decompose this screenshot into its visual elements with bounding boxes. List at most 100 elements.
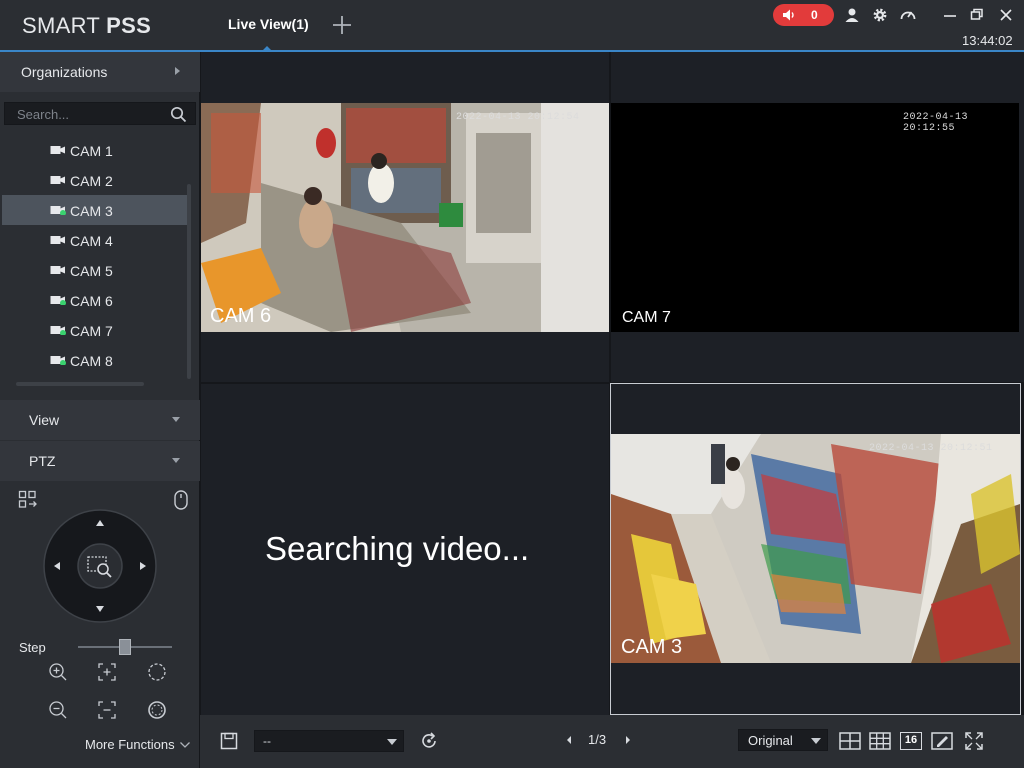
stream-select-value: -- bbox=[263, 734, 271, 748]
camera-tree-label: CAM 8 bbox=[70, 353, 113, 369]
camera-tree-label: CAM 4 bbox=[70, 233, 113, 249]
page-next-icon[interactable] bbox=[624, 735, 632, 745]
page-indicator: 1/3 bbox=[588, 732, 607, 747]
more-functions-button[interactable]: More Functions bbox=[85, 737, 175, 752]
camera-tree-label: CAM 3 bbox=[70, 203, 113, 219]
tree-vertical-scrollbar[interactable] bbox=[187, 184, 191, 379]
save-view-icon[interactable] bbox=[219, 731, 239, 751]
page-prev-icon[interactable] bbox=[565, 735, 573, 745]
restore-icon[interactable] bbox=[968, 6, 986, 24]
video-timestamp: 2022-04-13 20:12:54 bbox=[456, 112, 580, 123]
logo-text-light: SMART bbox=[22, 13, 107, 38]
camera-label-overlay: CAM 6 bbox=[210, 305, 272, 327]
alarm-indicator[interactable]: 0 bbox=[773, 4, 834, 26]
organizations-label: Organizations bbox=[21, 64, 108, 80]
speaker-icon bbox=[783, 9, 794, 21]
camera-icon bbox=[50, 266, 65, 274]
focus-far-icon[interactable] bbox=[97, 700, 117, 720]
chevron-down-icon bbox=[172, 458, 180, 463]
camera-feed-store-aisle: 2022-04-13 20:12:51 CAM 3 bbox=[611, 434, 1020, 663]
camera-tree-item[interactable]: CAM 4 bbox=[2, 225, 187, 255]
gear-icon[interactable] bbox=[871, 6, 889, 24]
minimize-icon[interactable] bbox=[941, 6, 959, 24]
layout-16-button[interactable]: 16 bbox=[900, 732, 922, 750]
video-frame bbox=[611, 434, 1020, 663]
searching-video-status: Searching video... bbox=[265, 530, 530, 567]
zoom-in-icon[interactable] bbox=[48, 662, 68, 682]
camera-tree-label: CAM 2 bbox=[70, 173, 113, 189]
camera-icon bbox=[50, 176, 65, 184]
camera-tree-item[interactable]: CAM 8 bbox=[2, 345, 187, 375]
chevron-down-icon[interactable] bbox=[179, 740, 191, 750]
camera-tree: CAM 1 CAM 2 CAM 3 CAM 4 CAM 5 CAM 6 CAM 7 CAM 8 bbox=[0, 135, 200, 385]
camera-icon bbox=[50, 236, 65, 244]
search-input[interactable] bbox=[17, 107, 167, 122]
camera-tree-item[interactable]: CAM 7 bbox=[2, 315, 187, 345]
video-frame bbox=[201, 103, 609, 332]
ptz-header[interactable]: PTZ bbox=[0, 441, 200, 481]
view-label: View bbox=[29, 412, 60, 428]
video-grid: 2022-04-13 20:12:54 CAM 6 2022-04-13 20:… bbox=[200, 52, 1024, 715]
tab-live-view[interactable]: Live View(1) bbox=[228, 16, 309, 32]
layout-4-icon[interactable] bbox=[839, 731, 861, 751]
camera-tree-label: CAM 7 bbox=[70, 323, 113, 339]
sidebar: Organizations CAM 1CAM 2CAM 3CAM 4CAM 5C… bbox=[0, 52, 200, 768]
aspect-ratio-select[interactable]: Original bbox=[738, 729, 828, 751]
camera-icon bbox=[50, 296, 66, 305]
ptz-direction-pad[interactable] bbox=[42, 508, 158, 624]
close-icon[interactable] bbox=[997, 6, 1015, 24]
camera-tree-item[interactable]: CAM 1 bbox=[2, 135, 187, 165]
camera-tree-item[interactable]: CAM 6 bbox=[2, 285, 187, 315]
custom-layout-edit-icon[interactable] bbox=[931, 731, 953, 751]
video-window-4-selected[interactable]: 2022-04-13 20:12:51 CAM 3 bbox=[610, 383, 1021, 715]
camera-icon bbox=[50, 326, 66, 335]
camera-tree-item[interactable]: CAM 3 bbox=[2, 195, 187, 225]
bottom-toolbar: -- 1/3 Original 16 bbox=[200, 715, 1024, 768]
focus-near-icon[interactable] bbox=[97, 662, 117, 682]
camera-tree-item[interactable]: CAM 5 bbox=[2, 255, 187, 285]
clock: 13:44:02 bbox=[962, 33, 1013, 48]
performance-gauge-icon[interactable] bbox=[899, 6, 917, 24]
add-tab-icon[interactable] bbox=[331, 14, 353, 36]
user-icon[interactable] bbox=[843, 6, 861, 24]
organizations-header[interactable]: Organizations bbox=[0, 52, 200, 92]
camera-icon bbox=[50, 356, 66, 365]
layout-9-icon[interactable] bbox=[869, 731, 891, 751]
active-tab-indicator bbox=[263, 46, 271, 50]
camera-feed-black: 2022-04-13 20:12:55 CAM 7 bbox=[611, 103, 1019, 332]
mouse-icon[interactable] bbox=[173, 489, 189, 511]
camera-tree-label: CAM 6 bbox=[70, 293, 113, 309]
preset-grid-icon[interactable] bbox=[18, 490, 38, 510]
dropdown-arrow-icon bbox=[387, 739, 397, 745]
video-timestamp: 2022-04-13 20:12:55 bbox=[903, 112, 969, 134]
camera-label-overlay: CAM 7 bbox=[622, 309, 671, 326]
chevron-down-icon bbox=[172, 417, 180, 422]
ptz-label: PTZ bbox=[29, 453, 56, 469]
step-slider-thumb[interactable] bbox=[119, 639, 131, 655]
fullscreen-icon[interactable] bbox=[964, 731, 984, 751]
stream-select[interactable]: -- bbox=[254, 730, 404, 752]
iris-close-icon[interactable] bbox=[147, 700, 167, 720]
camera-label-overlay: CAM 3 bbox=[621, 636, 683, 658]
camera-tree-item[interactable]: CAM 2 bbox=[2, 165, 187, 195]
video-window-1[interactable]: 2022-04-13 20:12:54 CAM 6 bbox=[201, 52, 609, 382]
refresh-icon[interactable] bbox=[419, 731, 439, 751]
app-logo: SMART PSS bbox=[22, 13, 151, 39]
step-label: Step bbox=[19, 640, 46, 655]
tree-horizontal-scrollbar[interactable] bbox=[16, 382, 144, 386]
camera-tree-label: CAM 1 bbox=[70, 143, 113, 159]
video-window-3[interactable]: Searching video... bbox=[201, 384, 609, 715]
camera-icon bbox=[50, 206, 66, 215]
aspect-ratio-value: Original bbox=[748, 733, 793, 748]
video-timestamp: 2022-04-13 20:12:51 bbox=[869, 443, 993, 454]
search-icon[interactable] bbox=[170, 106, 187, 123]
zoom-out-icon[interactable] bbox=[48, 700, 68, 720]
video-window-2[interactable]: 2022-04-13 20:12:55 CAM 7 bbox=[611, 52, 1024, 382]
alarm-count: 0 bbox=[811, 8, 818, 22]
dropdown-arrow-icon bbox=[811, 738, 821, 744]
logo-text-bold: PSS bbox=[106, 13, 152, 38]
iris-open-icon[interactable] bbox=[147, 662, 167, 682]
camera-icon bbox=[50, 146, 65, 154]
view-header[interactable]: View bbox=[0, 400, 200, 440]
title-bar: SMART PSS Live View(1) 0 13:44:02 bbox=[0, 0, 1024, 52]
